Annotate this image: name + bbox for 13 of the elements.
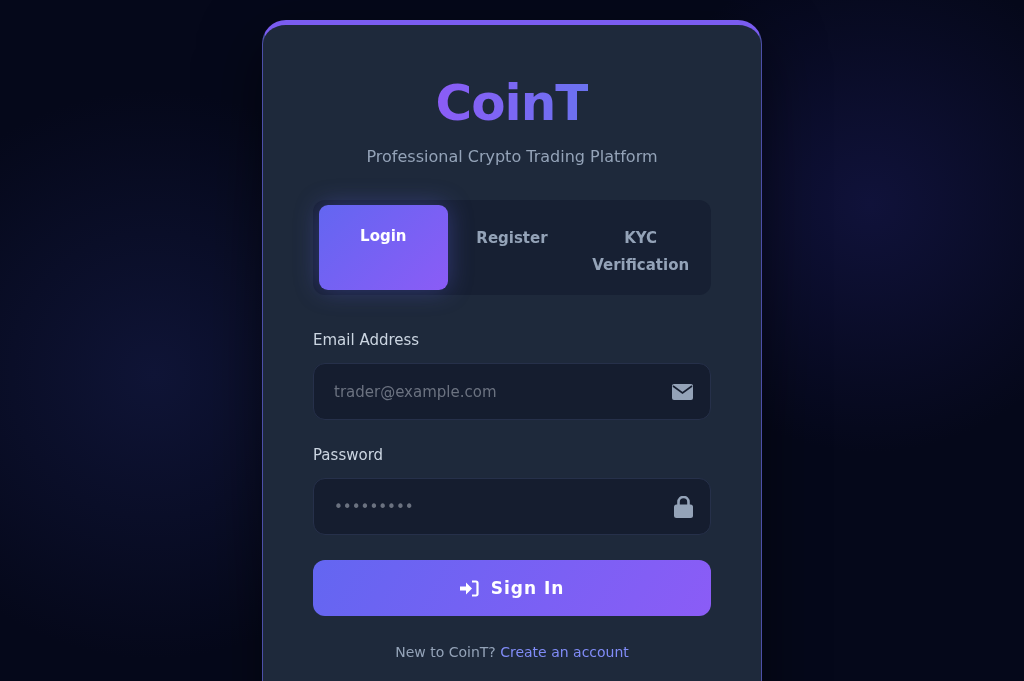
input-field[interactable]: •••••••••: [313, 478, 711, 535]
tab[interactable]: Register: [447, 205, 577, 290]
signup-prompt: New to CoinT? Create an account: [395, 644, 629, 660]
tab[interactable]: KYC Verification: [576, 205, 705, 290]
tagline: Professional Crypto Trading Platform: [366, 147, 658, 166]
sign-in-button[interactable]: Sign In: [313, 560, 711, 616]
create-account-link[interactable]: Create an account: [500, 644, 629, 660]
field-label: Email Address: [313, 331, 420, 349]
field-label: Password: [313, 446, 384, 464]
tab[interactable]: Login: [319, 205, 448, 290]
input-field[interactable]: trader@example.com: [313, 363, 711, 420]
sign-in-icon: [459, 579, 479, 597]
lock-icon: [674, 495, 693, 518]
